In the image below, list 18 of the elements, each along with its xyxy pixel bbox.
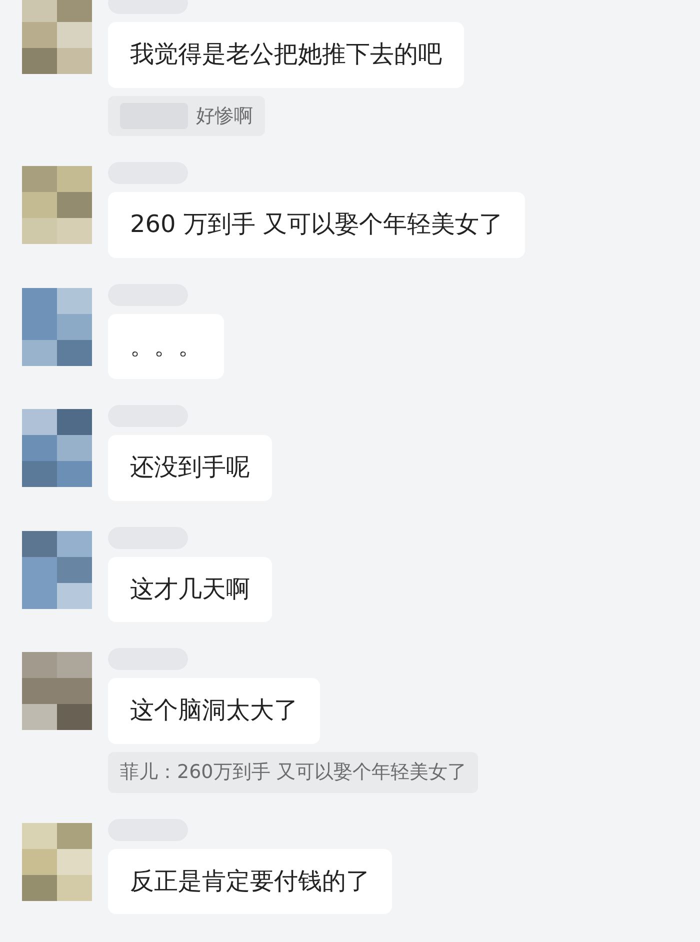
quoted-message[interactable]: 好惨啊 (108, 96, 265, 136)
avatar[interactable] (22, 530, 92, 609)
message-bubble[interactable]: 反正是肯定要付钱的了 (108, 848, 392, 914)
avatar[interactable] (22, 409, 92, 488)
message-bubble[interactable]: 260 万到手 又可以娶个年轻美女了 (108, 192, 526, 258)
avatar[interactable] (22, 822, 92, 901)
avatar[interactable] (22, 288, 92, 366)
message-bubble[interactable]: 还没到手呢 (108, 435, 272, 501)
message-bubble[interactable]: 。。。 (108, 314, 224, 380)
quote-text: 好惨啊 (196, 104, 253, 129)
message-bubble[interactable]: 我觉得是老公把她推下去的吧 (108, 22, 464, 88)
message-bubble[interactable]: 这才几天啊 (108, 556, 272, 622)
quote-text: 菲儿：260万到手 又可以娶个年轻美女了 (120, 760, 466, 786)
avatar[interactable] (22, 652, 92, 730)
quoted-message[interactable]: 菲儿：260万到手 又可以娶个年轻美女了 (108, 752, 478, 793)
avatar[interactable] (22, 0, 92, 74)
avatar[interactable] (22, 166, 92, 244)
message-bubble[interactable]: 这个脑洞太大了 (108, 678, 320, 744)
